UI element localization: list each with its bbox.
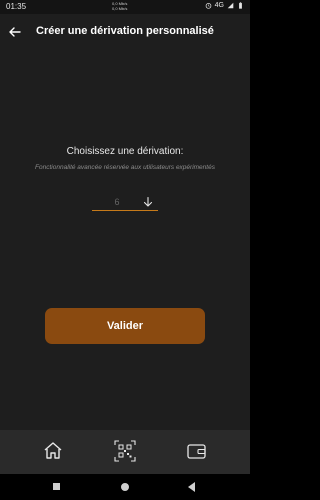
home-icon[interactable]: [42, 440, 64, 462]
status-icons: 4G: [205, 2, 244, 9]
status-bar: 01:35 0,0 Mb/s 0,0 Mb/s 4G: [0, 0, 250, 14]
recents-icon[interactable]: [53, 483, 60, 490]
page-title: Créer une dérivation personnalisé: [36, 25, 214, 37]
wallet-icon[interactable]: [186, 440, 208, 462]
signal-icon: [227, 2, 234, 9]
main-content: [0, 50, 250, 430]
derivation-input[interactable]: 6: [92, 195, 158, 211]
status-time: 01:35: [6, 2, 27, 11]
derivation-value: 6: [114, 197, 120, 207]
derivation-hint: Fonctionnalité avancée réservée aux util…: [35, 164, 215, 171]
battery-icon: [239, 2, 242, 9]
qr-code-icon[interactable]: [114, 440, 136, 462]
home-system-icon[interactable]: [121, 483, 129, 491]
alarm-icon: [205, 3, 211, 9]
arrow-down-icon[interactable]: [142, 196, 154, 208]
network-speed-down: 0,0 Mb/s: [112, 6, 128, 11]
derivation-prompt: Choisissez une dérivation:: [66, 146, 184, 157]
arrow-left-icon[interactable]: [6, 23, 24, 41]
network-type: 4G: [214, 2, 224, 9]
system-nav-bar: [0, 474, 250, 500]
network-speed: 0,0 Mb/s 0,0 Mb/s: [112, 1, 127, 11]
validate-button[interactable]: Valider: [45, 308, 205, 344]
bottom-nav: [0, 430, 250, 474]
app-bar: Créer une dérivation personnalisé: [0, 14, 250, 50]
back-system-icon[interactable]: [188, 482, 195, 492]
